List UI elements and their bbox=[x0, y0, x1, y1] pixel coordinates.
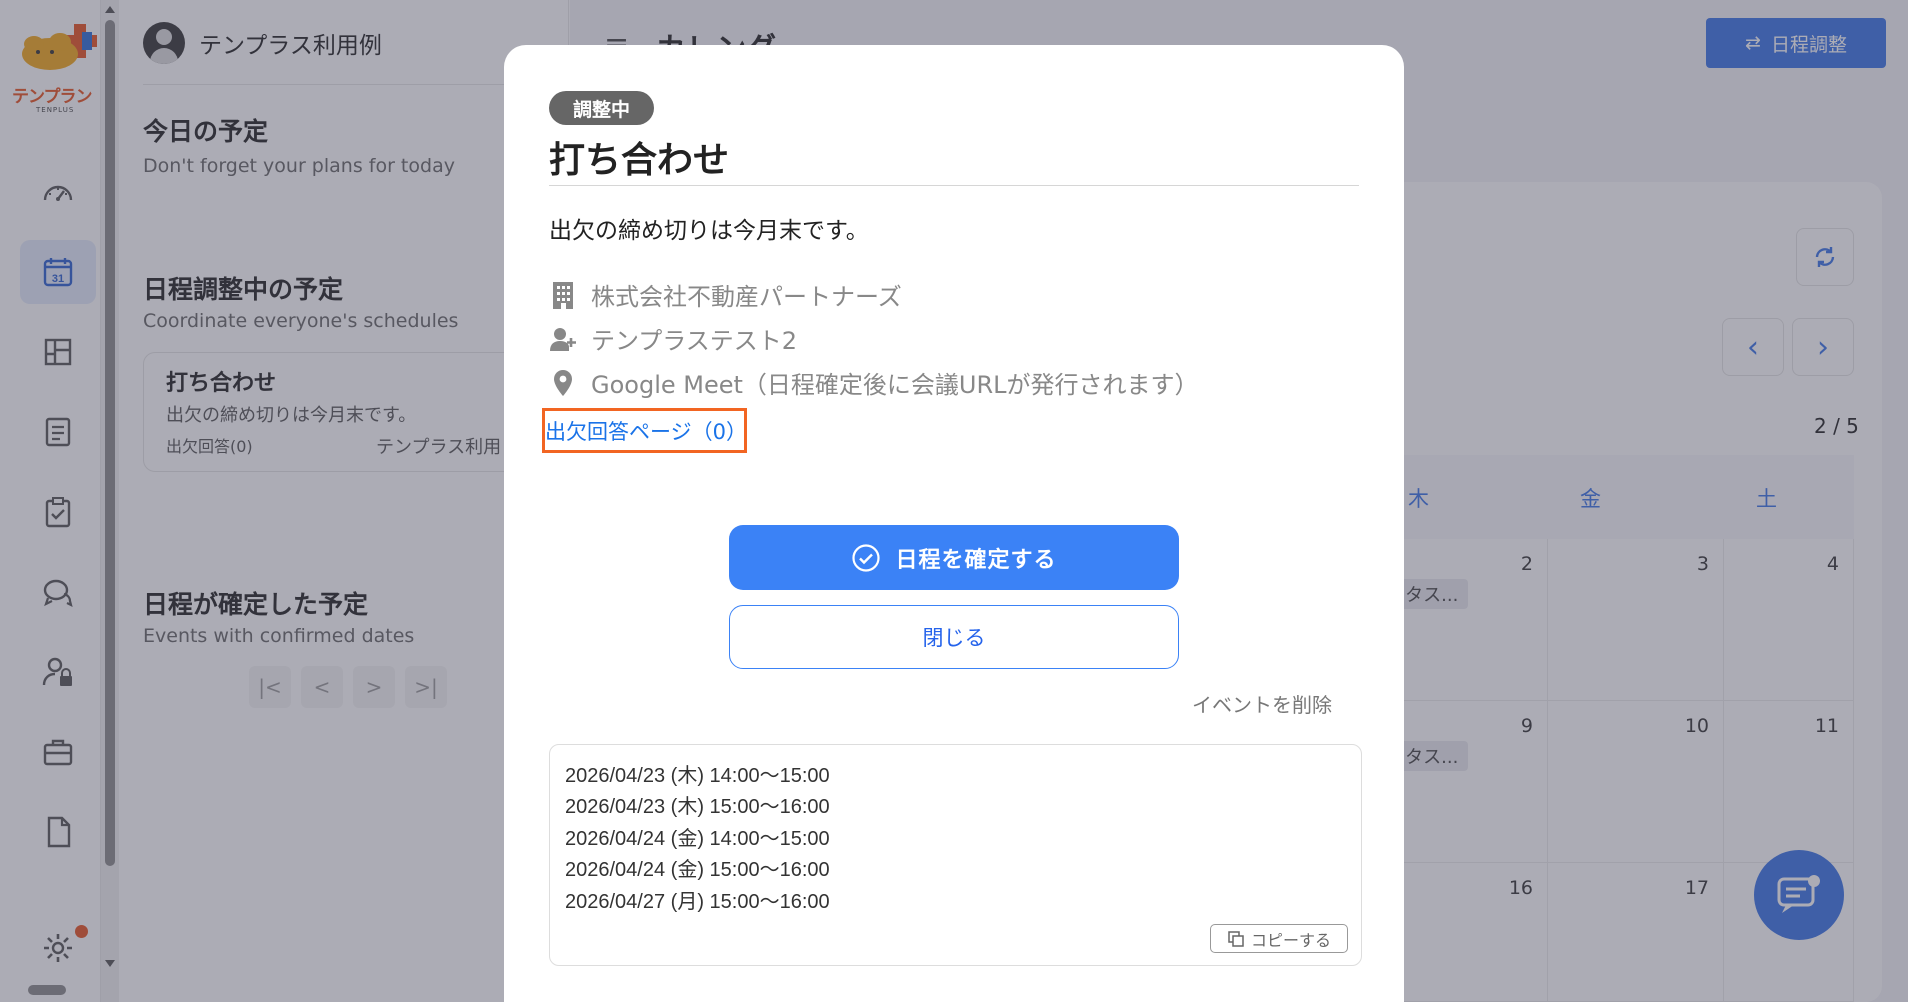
modal-title: 打ち合わせ bbox=[549, 140, 730, 181]
candidate-date: 2026/04/24 (金) 15:00〜16:00 bbox=[565, 859, 830, 881]
confirm-schedule-label: 日程を確定する bbox=[895, 547, 1057, 573]
close-button[interactable]: 閉じる bbox=[729, 605, 1179, 669]
location-text: Google Meet（日程確定後に会議URLが発行されます） bbox=[591, 371, 1199, 399]
attendance-link-highlight: 出欠回答ページ（0） bbox=[542, 408, 747, 453]
attendance-page-link[interactable]: 出欠回答ページ（0） bbox=[545, 416, 747, 446]
check-circle-icon bbox=[852, 543, 881, 572]
participant-row: テンプラステスト2 bbox=[549, 321, 797, 356]
delete-event-link[interactable]: イベントを削除 bbox=[1192, 689, 1332, 718]
company-row: 株式会社不動産パートナーズ bbox=[549, 277, 902, 312]
divider bbox=[549, 185, 1359, 186]
confirm-schedule-button[interactable]: 日程を確定する bbox=[729, 525, 1179, 590]
candidate-date: 2026/04/23 (木) 14:00〜15:00 bbox=[565, 765, 830, 787]
copy-label: コピーする bbox=[1250, 930, 1331, 950]
candidate-date: 2026/04/27 (月) 15:00〜16:00 bbox=[565, 891, 830, 913]
candidate-date: 2026/04/24 (金) 14:00〜15:00 bbox=[565, 828, 830, 850]
status-badge: 調整中 bbox=[549, 91, 655, 125]
event-detail-modal: 調整中 打ち合わせ 出欠の締め切りは今月末です。 株式会社不動産パートナーズ テ… bbox=[504, 45, 1404, 1002]
modal-description: 出欠の締め切りは今月末です。 bbox=[549, 218, 869, 244]
user-add-icon bbox=[550, 327, 576, 351]
copy-button[interactable]: コピーする bbox=[1210, 924, 1348, 953]
location-row: Google Meet（日程確定後に会議URLが発行されます） bbox=[549, 365, 1199, 400]
copy-icon bbox=[1228, 930, 1244, 947]
company-name: 株式会社不動産パートナーズ bbox=[591, 283, 902, 311]
location-pin-icon bbox=[554, 369, 572, 396]
candidate-date: 2026/04/23 (木) 15:00〜16:00 bbox=[565, 796, 830, 818]
participant-name: テンプラステスト2 bbox=[591, 327, 798, 355]
candidate-dates-box: 2026/04/23 (木) 14:00〜15:00 2026/04/23 (木… bbox=[549, 744, 1362, 966]
building-icon bbox=[553, 281, 573, 309]
